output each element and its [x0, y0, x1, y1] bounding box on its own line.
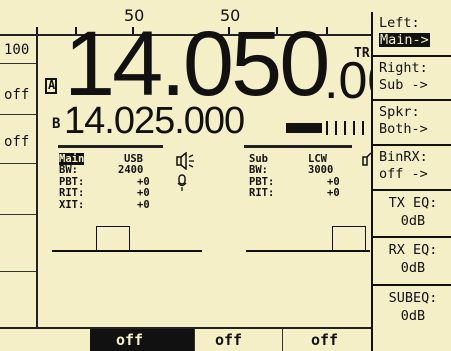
- binaural-rx-button[interactable]: BinRX: off ->: [373, 144, 451, 189]
- sub-rx-bw-value: 3000: [308, 164, 334, 176]
- left-button-2[interactable]: off: [0, 65, 36, 115]
- speaker-value: Both->: [379, 121, 428, 137]
- right-audio-button[interactable]: Right: Sub ->: [373, 55, 451, 99]
- left-panel-border: [36, 34, 38, 329]
- right-audio-value: Sub ->: [379, 77, 428, 93]
- left-button-1[interactable]: 100: [0, 36, 36, 64]
- sub-eq-value: 0dB: [400, 308, 426, 324]
- signal-meter-fill: [286, 123, 322, 133]
- bottom-button-2-label: off: [215, 331, 243, 349]
- left-button-5[interactable]: [0, 216, 36, 272]
- tx-eq-label: TX EQ:: [388, 195, 438, 211]
- sub-rx-mode: LCW: [308, 153, 327, 165]
- sub-rx-title: Sub: [249, 153, 268, 165]
- right-audio-label: Right:: [379, 60, 428, 76]
- tx-eq-button[interactable]: TX EQ: 0dB: [373, 189, 451, 236]
- scale-tick: [36, 27, 38, 34]
- vfo-a-frequency: 14.050: [64, 13, 330, 115]
- sub-eq-label: SUBEQ:: [388, 290, 438, 306]
- rx-eq-button[interactable]: RX EQ: 0dB: [373, 236, 451, 284]
- binaural-rx-label: BinRX:: [379, 149, 428, 165]
- rx-eq-label: RX EQ:: [388, 242, 438, 258]
- vfo-b-frequency: 14.025.000: [64, 100, 245, 142]
- bottom-button-1[interactable]: off: [90, 329, 194, 351]
- sub-rx-pbt-value: +0: [327, 176, 340, 188]
- sub-rx-rit-value: +0: [327, 187, 340, 199]
- speaker-icon: [176, 152, 194, 170]
- main-rx-xit-value: +0: [137, 199, 150, 211]
- main-rx-title: Main: [59, 153, 85, 165]
- sub-eq-button[interactable]: SUBEQ: 0dB: [373, 284, 451, 351]
- left-button-4[interactable]: [0, 165, 36, 215]
- speaker-icon: [362, 152, 371, 166]
- main-rx-underline: [58, 145, 163, 148]
- left-audio-button[interactable]: Left: Main->: [373, 12, 451, 55]
- main-rx-bw-value: 2400: [118, 164, 144, 176]
- bottom-button-1-label: off: [116, 331, 144, 349]
- main-rx-pbt-label: PBT:: [59, 176, 85, 188]
- bottom-button-2[interactable]: off: [194, 329, 282, 351]
- left-button-2-label: off: [4, 87, 30, 103]
- vfo-b-label: B: [52, 116, 61, 132]
- main-rx-rit-label: RIT:: [59, 187, 85, 199]
- sub-rx-rit-label: RIT:: [249, 187, 275, 199]
- left-button-6[interactable]: [0, 273, 36, 327]
- left-audio-value: Main->: [379, 32, 430, 48]
- sub-rx-bw-label: BW:: [249, 164, 268, 176]
- bottom-button-3-label: off: [311, 331, 339, 349]
- main-rx-pbt-value: +0: [137, 176, 150, 188]
- main-passband-graph: [52, 226, 202, 252]
- right-softkey-panel: Left: Main-> Right: Sub -> Spkr: Both-> …: [371, 12, 451, 351]
- rx-eq-value: 0dB: [400, 260, 426, 276]
- vfo-a-label: A: [48, 78, 56, 92]
- speaker-label: Spkr:: [379, 104, 420, 120]
- radio-display: 50 50 100 off off A 14.050 .00 TR B 14.0…: [0, 0, 451, 351]
- signal-meter: [286, 121, 370, 135]
- sub-rx-underline: [244, 145, 352, 148]
- speaker-button[interactable]: Spkr: Both->: [373, 99, 451, 144]
- main-rx-mode: USB: [124, 153, 143, 165]
- left-button-3-label: off: [4, 134, 30, 150]
- binaural-rx-value: off ->: [379, 166, 428, 182]
- left-audio-label: Left:: [379, 15, 420, 31]
- sub-rx-pbt-label: PBT:: [249, 176, 275, 188]
- left-button-3[interactable]: off: [0, 116, 36, 164]
- tr-label: TR: [354, 46, 370, 61]
- main-rx-bw-label: BW:: [59, 164, 78, 176]
- tx-eq-value: 0dB: [400, 213, 426, 229]
- sub-passband-graph: [246, 226, 370, 252]
- main-rx-rit-value: +0: [137, 187, 150, 199]
- microphone-icon: [177, 174, 187, 191]
- main-rx-xit-label: XIT:: [59, 199, 85, 211]
- left-button-1-label: 100: [4, 42, 30, 58]
- bottom-button-3[interactable]: off: [282, 329, 371, 351]
